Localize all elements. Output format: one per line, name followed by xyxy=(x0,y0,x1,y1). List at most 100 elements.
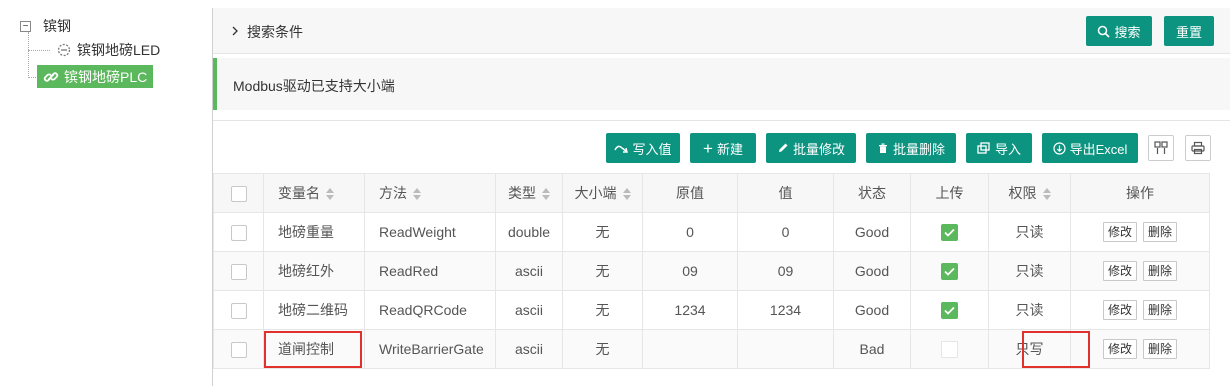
column-header-status: 状态 xyxy=(833,173,911,213)
cell-raw: 0 xyxy=(642,212,738,252)
search-icon xyxy=(1097,25,1111,38)
cell-type: ascii xyxy=(495,290,563,330)
edit-button[interactable]: 修改 xyxy=(1102,339,1137,359)
row-checkbox[interactable] xyxy=(230,302,247,319)
sort-icon[interactable] xyxy=(622,188,631,201)
highlight-box-name xyxy=(264,331,362,368)
cell-method: ReadWeight xyxy=(364,212,496,252)
tree-connector xyxy=(28,50,50,51)
collapse-icon[interactable]: − xyxy=(20,20,31,32)
print-button[interactable] xyxy=(1185,135,1211,161)
tree-node-label: 镔钢地磅LED xyxy=(77,42,161,58)
delete-button[interactable]: 删除 xyxy=(1143,261,1178,281)
edit-button[interactable]: 修改 xyxy=(1102,300,1137,320)
batch-edit-button[interactable]: 批量修改 xyxy=(766,133,856,163)
upload-checkbox-checked[interactable] xyxy=(941,262,958,280)
row-checkbox[interactable] xyxy=(230,263,247,280)
pencil-icon xyxy=(777,142,789,154)
sort-icon[interactable] xyxy=(413,188,421,201)
tree-node-led[interactable]: 镔钢地磅LED xyxy=(56,40,160,60)
column-header-actions: 操作 xyxy=(1070,173,1210,213)
cell-name: 地磅红外 xyxy=(263,251,365,291)
cell-type: double xyxy=(495,212,563,252)
cell-actions: 修改 删除 xyxy=(1070,251,1210,291)
search-button[interactable]: 搜索 xyxy=(1086,16,1152,46)
upload-checkbox-checked[interactable] xyxy=(941,301,958,319)
edit-button[interactable]: 修改 xyxy=(1102,261,1137,281)
import-label: 导入 xyxy=(994,141,1021,157)
batch-delete-button[interactable]: 批量删除 xyxy=(866,133,956,163)
row-select-cell[interactable] xyxy=(213,251,264,291)
header-label: 权限 xyxy=(1008,185,1037,201)
column-settings-button[interactable] xyxy=(1148,135,1174,161)
delete-button[interactable]: 删除 xyxy=(1143,222,1178,242)
cell-actions: 修改 删除 xyxy=(1070,290,1210,330)
tree-connector xyxy=(28,77,36,78)
reset-button[interactable]: 重置 xyxy=(1164,16,1214,46)
cell-value: 1234 xyxy=(737,290,834,330)
cell-name: 地磅二维码 xyxy=(263,290,365,330)
cell-value xyxy=(737,329,834,369)
row-checkbox[interactable] xyxy=(230,341,247,358)
sort-icon[interactable] xyxy=(326,188,334,201)
cell-raw: 09 xyxy=(642,251,738,291)
delete-button[interactable]: 删除 xyxy=(1143,339,1178,359)
column-header-endian[interactable]: 大小端 xyxy=(562,173,643,213)
cell-status: Good xyxy=(833,212,911,252)
header-label: 上传 xyxy=(935,185,964,201)
edit-button[interactable]: 修改 xyxy=(1102,222,1137,242)
cell-actions: 修改 删除 xyxy=(1070,212,1210,252)
reset-button-label: 重置 xyxy=(1175,24,1202,40)
cell-type: ascii xyxy=(495,251,563,291)
cell-endian: 无 xyxy=(562,329,643,369)
export-excel-button[interactable]: 导出Excel xyxy=(1042,133,1138,163)
header-label: 变量名 xyxy=(278,185,320,201)
copy-icon xyxy=(977,142,991,154)
cell-raw xyxy=(642,329,738,369)
search-toggle[interactable]: 搜索条件 xyxy=(231,22,303,42)
header-label: 方法 xyxy=(379,185,407,201)
sort-icon[interactable] xyxy=(542,188,550,201)
tree-node-plc[interactable]: 镔钢地磅PLC xyxy=(37,65,154,88)
row-checkbox[interactable] xyxy=(230,224,247,241)
write-value-button[interactable]: 写入值 xyxy=(606,133,680,163)
column-header-upload: 上传 xyxy=(910,173,989,213)
delete-button[interactable]: 删除 xyxy=(1143,300,1178,320)
header-label: 类型 xyxy=(508,185,536,201)
upload-checkbox-checked[interactable] xyxy=(941,223,958,241)
select-all-cell[interactable] xyxy=(213,173,264,213)
column-header-method[interactable]: 方法 xyxy=(364,173,496,213)
search-title: 搜索条件 xyxy=(247,24,303,40)
select-all-checkbox[interactable] xyxy=(230,185,247,202)
batch-edit-label: 批量修改 xyxy=(792,141,845,157)
cell-value: 0 xyxy=(737,212,834,252)
cell-permission: 只读 xyxy=(988,251,1071,291)
write-value-label: 写入值 xyxy=(632,141,672,157)
cell-raw: 1234 xyxy=(642,290,738,330)
cell-status: Good xyxy=(833,290,911,330)
cell-method: ReadRed xyxy=(364,251,496,291)
write-arrow-icon xyxy=(614,142,629,154)
new-button[interactable]: + 新建 xyxy=(690,133,756,163)
row-select-cell[interactable] xyxy=(213,212,264,252)
export-label: 导出Excel xyxy=(1069,141,1128,157)
import-button[interactable]: 导入 xyxy=(966,133,1032,163)
table-row[interactable]: 地磅二维码 ReadQRCode ascii 无 1234 1234 Good 只读 修改 删除 xyxy=(213,290,1210,330)
upload-checkbox-unchecked[interactable] xyxy=(941,340,958,358)
cell-method: WriteBarrierGate xyxy=(364,329,496,369)
tree-connector xyxy=(28,32,29,78)
row-select-cell[interactable] xyxy=(213,290,264,330)
cell-upload xyxy=(910,212,989,252)
header-label: 大小端 xyxy=(574,185,617,201)
table-row[interactable]: 地磅重量 ReadWeight double 无 0 0 Good 只读 修改 删除 xyxy=(213,212,1210,252)
column-header-type[interactable]: 类型 xyxy=(495,173,563,213)
table-row[interactable]: 地磅红外 ReadRed ascii 无 09 09 Good 只读 修改 删除 xyxy=(213,251,1210,291)
column-header-name[interactable]: 变量名 xyxy=(263,173,365,213)
cell-method: ReadQRCode xyxy=(364,290,496,330)
cell-status: Bad xyxy=(833,329,911,369)
search-panel: 搜索条件 xyxy=(213,8,1230,54)
download-circle-icon xyxy=(1052,141,1066,155)
row-select-cell[interactable] xyxy=(213,329,264,369)
column-header-permission[interactable]: 权限 xyxy=(988,173,1071,213)
sort-icon[interactable] xyxy=(1042,188,1051,201)
